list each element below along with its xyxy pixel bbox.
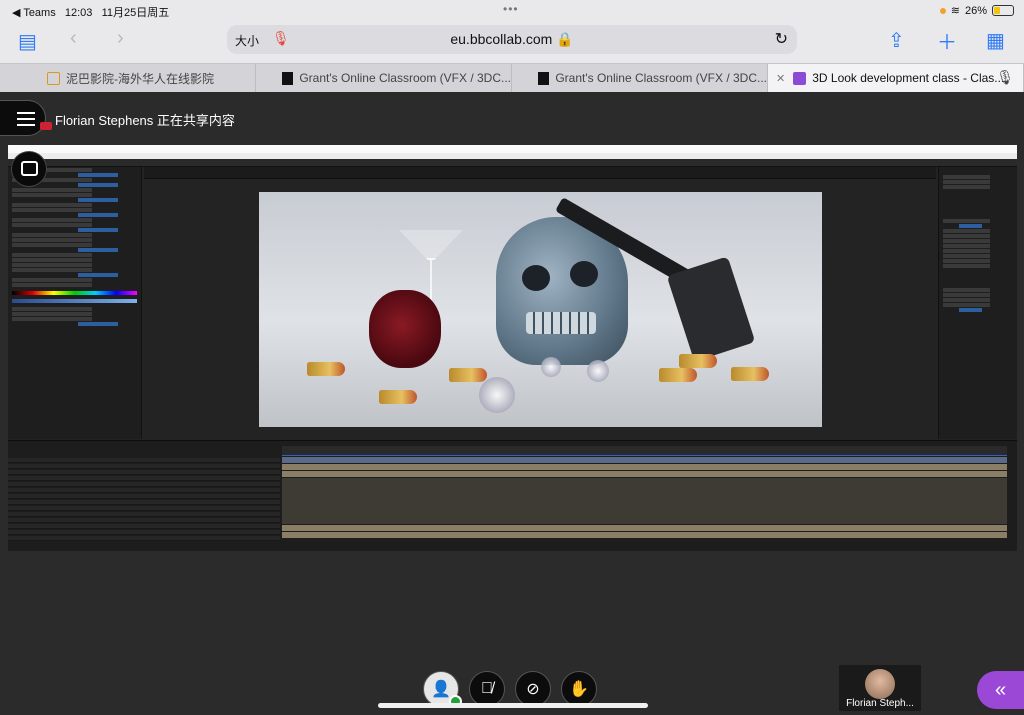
multitasking-dots[interactable]: ••• — [503, 2, 519, 16]
diamond — [541, 357, 561, 377]
mic-in-use-indicator — [939, 7, 946, 14]
home-indicator[interactable] — [378, 703, 648, 708]
sidebar-icon[interactable]: ▤ — [18, 29, 37, 54]
tab-1[interactable]: 泥巴影院-海外华人在线影院 — [0, 64, 256, 92]
battery-icon — [992, 5, 1014, 16]
bullet — [659, 368, 697, 382]
safari-toolbar: ◀ Teams 12:03 11月25日周五 ••• ≋ 26% ▤ ‹ › 大… — [0, 0, 1024, 63]
effects-presets-panel — [938, 167, 1017, 439]
classroom-favicon-icon — [538, 71, 550, 85]
viewer-tabs — [144, 167, 936, 179]
color-ramp-bar — [12, 291, 137, 295]
collaborate-favicon-icon — [793, 71, 807, 85]
app-toolbar — [8, 159, 1017, 167]
bullet — [731, 367, 769, 381]
sharing-status: Florian Stephens 正在共享内容 — [55, 113, 235, 128]
tab-label: Grant's Online Classroom (VFX / 3DC... — [299, 71, 511, 85]
tab-4-active[interactable]: ✕ 3D Look development class - Clas... — [768, 64, 1024, 92]
back-to-app-link[interactable]: ◀ Teams — [12, 7, 56, 19]
raise-hand-button[interactable]: ✋ — [561, 671, 597, 707]
diamond — [587, 360, 609, 382]
bullet — [379, 390, 417, 404]
tab-bar: 泥巴影院-海外华人在线影院 Grant's Online Classroom (… — [0, 63, 1024, 92]
recording-icon — [40, 122, 52, 130]
status-bar: ◀ Teams 12:03 11月25日周五 ••• ≋ 26% — [0, 0, 1024, 20]
tab-label: 3D Look development class - Clas... — [812, 71, 1005, 85]
tab-3[interactable]: Grant's Online Classroom (VFX / 3DC... — [512, 64, 768, 92]
share-icon[interactable]: ⇪ — [888, 28, 905, 53]
martini-glass — [399, 230, 463, 260]
bullet — [679, 354, 717, 368]
address-bar[interactable]: 大小 🎙 eu.bbcollab.com 🔒 ↻ — [227, 25, 797, 54]
timeline-panel — [8, 440, 1017, 551]
tab-overview-icon[interactable]: ▦ — [986, 28, 1005, 53]
zoom-share-icon[interactable] — [11, 151, 47, 187]
forward-icon[interactable]: › — [117, 27, 124, 50]
url-text[interactable]: eu.bbcollab.com 🔒 — [227, 31, 797, 48]
tab-label: 泥巴影院-海外华人在线影院 — [66, 71, 214, 86]
classroom-favicon-icon — [282, 71, 294, 85]
composition-viewer — [144, 167, 936, 439]
wifi-icon: ≋ — [950, 5, 960, 17]
app-titlebar — [8, 145, 1017, 153]
bullet — [307, 362, 345, 376]
tab-2[interactable]: Grant's Online Classroom (VFX / 3DC... — [256, 64, 512, 92]
tab-mic-icon[interactable]: 🎙 — [996, 69, 1014, 86]
status-time: 12:03 — [64, 7, 93, 19]
tab-label: Grant's Online Classroom (VFX / 3DC... — [555, 71, 767, 85]
timeline-ruler — [282, 446, 1007, 456]
avatar — [865, 669, 895, 699]
status-right: ≋ 26% — [939, 4, 1014, 17]
microphone-muted-button[interactable]: 🎙̸ — [469, 671, 505, 707]
open-collaborate-panel-button[interactable]: « — [977, 671, 1024, 709]
reload-icon[interactable]: ↻ — [775, 29, 788, 49]
participant-tile[interactable]: Florian Steph... — [839, 665, 921, 711]
participant-name: Florian Steph... — [846, 698, 914, 709]
session-menu-button[interactable] — [0, 100, 46, 136]
bullet — [449, 368, 487, 382]
status-left: ◀ Teams 12:03 11月25日周五 — [12, 4, 169, 20]
rose — [369, 290, 441, 368]
layer-list — [8, 457, 280, 547]
camera-off-button[interactable]: ⊘ — [515, 671, 551, 707]
shared-screen — [8, 145, 1017, 551]
render-preview-image — [259, 192, 822, 427]
close-tab-icon[interactable]: ✕ — [776, 72, 785, 85]
layer-tracks — [282, 457, 1007, 547]
effect-controls-panel — [8, 167, 142, 439]
back-icon[interactable]: ‹ — [70, 27, 77, 50]
diamond — [479, 377, 515, 413]
battery-percent: 26% — [964, 4, 987, 17]
status-date: 11月25日周五 — [101, 7, 170, 19]
new-tab-icon[interactable]: ＋ — [937, 26, 957, 55]
video-site-favicon-icon — [47, 71, 60, 85]
